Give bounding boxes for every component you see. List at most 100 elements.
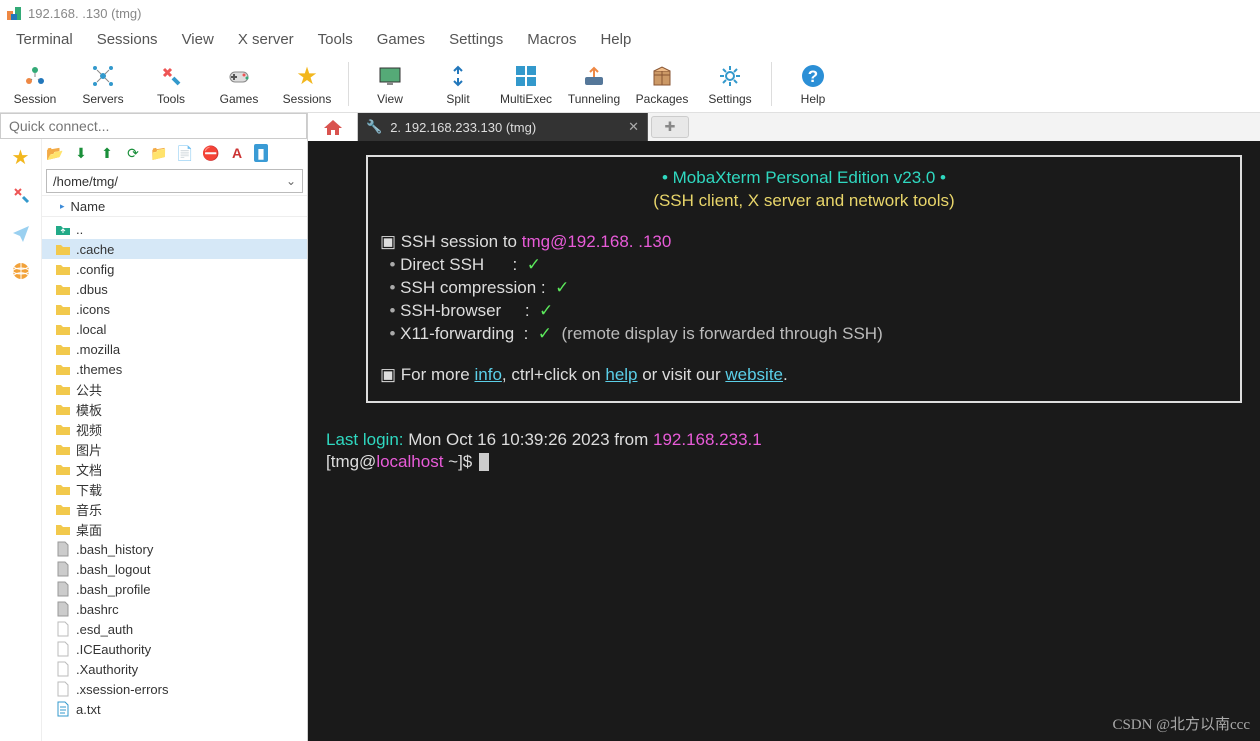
tb-games[interactable]: Games [212, 62, 266, 106]
file-row[interactable]: .mozilla [42, 339, 307, 359]
file-list: ...cache.config.dbus.icons.local.mozilla… [42, 217, 307, 741]
ssh-feat-4: • X11-forwarding : ✓ (remote display is … [380, 323, 1228, 346]
tb-session[interactable]: Session [8, 62, 62, 106]
session-tab[interactable]: 🔧 2. 192.168.233.130 (tmg) ✕ [358, 113, 648, 141]
file-txt-icon [54, 701, 72, 717]
tb-servers[interactable]: Servers [76, 62, 130, 106]
sftp-tab-icon[interactable] [9, 259, 33, 283]
file-gray-icon [54, 581, 72, 597]
side-tab-column: ★ [0, 139, 42, 741]
file-row[interactable]: .config [42, 259, 307, 279]
menu-view[interactable]: View [170, 29, 226, 50]
menu-terminal[interactable]: Terminal [4, 29, 85, 50]
file-row[interactable]: 文档 [42, 459, 307, 479]
file-row[interactable]: .local [42, 319, 307, 339]
menu-settings[interactable]: Settings [437, 29, 515, 50]
tb-split[interactable]: Split [431, 62, 485, 106]
tb-settings[interactable]: Settings [703, 62, 757, 106]
file-row[interactable]: .bash_history [42, 539, 307, 559]
menu-bar: TerminalSessionsViewX serverToolsGamesSe… [0, 26, 1260, 52]
file-row[interactable]: .cache [42, 239, 307, 259]
column-header[interactable]: ▸Name [42, 195, 307, 217]
letter-icon[interactable]: A [228, 144, 246, 162]
multiexec-icon [512, 62, 540, 90]
session-tab-label: 2. 192.168.233.130 (tmg) [390, 120, 536, 135]
servers-icon [89, 62, 117, 90]
folder-open-icon[interactable]: 📂 [46, 144, 64, 162]
menu-help[interactable]: Help [588, 29, 643, 50]
cursor-icon [479, 453, 489, 471]
games-icon [225, 62, 253, 90]
tb-tools[interactable]: Tools [144, 62, 198, 106]
tb-packages[interactable]: Packages [635, 62, 689, 106]
terminal-banner: • MobaXterm Personal Edition v23.0 • (SS… [366, 155, 1242, 403]
split-icon [444, 62, 472, 90]
menu-sessions[interactable]: Sessions [85, 29, 170, 50]
file-row[interactable]: 桌面 [42, 519, 307, 539]
new-tab-button[interactable]: ✚ [651, 116, 689, 138]
send-tab-icon[interactable] [9, 221, 33, 245]
file-row[interactable]: 下载 [42, 479, 307, 499]
window-title: 192.168. .130 (tmg) [28, 6, 141, 21]
titlebar: 192.168. .130 (tmg) [0, 0, 1260, 26]
view-icon [376, 62, 404, 90]
file-row[interactable]: 音乐 [42, 499, 307, 519]
file-row[interactable]: .dbus [42, 279, 307, 299]
file-row[interactable]: .Xauthority [42, 659, 307, 679]
file-row[interactable]: .esd_auth [42, 619, 307, 639]
file-row[interactable]: 模板 [42, 399, 307, 419]
terminal[interactable]: • MobaXterm Personal Edition v23.0 • (SS… [308, 141, 1260, 741]
star-tab-icon[interactable]: ★ [9, 145, 33, 169]
toggle-icon[interactable]: ▮ [254, 144, 268, 162]
folder-icon [54, 462, 72, 476]
file-row[interactable]: .bash_profile [42, 579, 307, 599]
file-gray-icon [54, 601, 72, 617]
close-tab-icon[interactable]: ✕ [628, 119, 639, 135]
file-row[interactable]: .bash_logout [42, 559, 307, 579]
folder-icon [54, 442, 72, 456]
file-row[interactable]: .icons [42, 299, 307, 319]
file-icon [54, 641, 72, 657]
wrench-icon: 🔧 [366, 119, 382, 135]
file-icon [54, 621, 72, 637]
file-row[interactable]: 公共 [42, 379, 307, 399]
refresh-icon[interactable]: ⟳ [124, 144, 142, 162]
tb-view[interactable]: View [363, 62, 417, 106]
last-login-line: Last login: Mon Oct 16 10:39:26 2023 fro… [326, 429, 1242, 452]
tb-sessions[interactable]: ★Sessions [280, 62, 334, 106]
file-row[interactable]: .themes [42, 359, 307, 379]
path-input[interactable]: /home/tmg/ [46, 169, 303, 193]
menu-x-server[interactable]: X server [226, 29, 306, 50]
tab-bar: 🔧 2. 192.168.233.130 (tmg) ✕ ✚ [308, 113, 1260, 141]
new-folder-icon[interactable]: 📁 [150, 144, 168, 162]
file-row[interactable]: .. [42, 219, 307, 239]
tools-tab-icon[interactable] [9, 183, 33, 207]
app-icon [6, 5, 22, 21]
file-row[interactable]: .ICEauthority [42, 639, 307, 659]
menu-macros[interactable]: Macros [515, 29, 588, 50]
menu-games[interactable]: Games [365, 29, 437, 50]
info-line: ▣ For more info, ctrl+click on help or v… [380, 364, 1228, 387]
file-row[interactable]: a.txt [42, 699, 307, 719]
tb-multiexec[interactable]: MultiExec [499, 62, 553, 106]
folder-icon [54, 362, 72, 376]
home-tab[interactable] [308, 113, 358, 141]
menu-tools[interactable]: Tools [306, 29, 365, 50]
settings-icon [716, 62, 744, 90]
tb-help[interactable]: ?Help [786, 62, 840, 106]
file-row[interactable]: 图片 [42, 439, 307, 459]
new-file-icon[interactable]: 📄 [176, 144, 194, 162]
upload-icon[interactable]: ⬆ [98, 144, 116, 162]
tb-tunneling[interactable]: Tunneling [567, 62, 621, 106]
up-icon [54, 222, 72, 236]
download-icon[interactable]: ⬇ [72, 144, 90, 162]
file-row[interactable]: .bashrc [42, 599, 307, 619]
file-row[interactable]: 视频 [42, 419, 307, 439]
folder-icon [54, 522, 72, 536]
delete-icon[interactable]: ⛔ [202, 144, 220, 162]
file-row[interactable]: .xsession-errors [42, 679, 307, 699]
quick-connect-input[interactable] [0, 113, 307, 139]
folder-icon [54, 322, 72, 336]
banner-subtitle: (SSH client, X server and network tools) [380, 190, 1228, 213]
tunneling-icon [580, 62, 608, 90]
